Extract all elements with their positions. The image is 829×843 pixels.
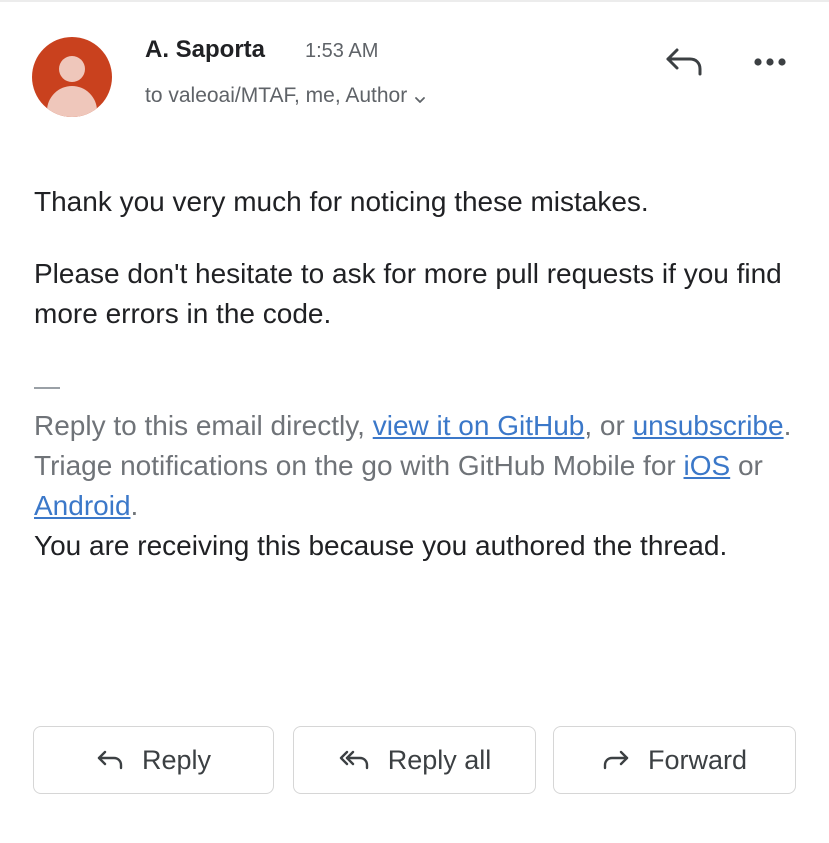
unsubscribe-link[interactable]: unsubscribe <box>633 410 784 441</box>
chevron-down-icon <box>413 89 427 103</box>
message-actions: Reply Reply all Forward <box>33 726 796 796</box>
footer-reason-text: You are receiving this because you autho… <box>34 530 728 561</box>
ios-link[interactable]: iOS <box>684 450 731 481</box>
reply-button[interactable]: Reply <box>33 726 274 794</box>
reply-all-icon <box>339 750 368 770</box>
footer-text: . <box>130 490 139 521</box>
reply-all-button-label: Reply all <box>387 744 492 775</box>
android-link[interactable]: Android <box>34 490 131 521</box>
sender-name[interactable]: A. Saporta <box>145 36 265 64</box>
reply-arrow-icon <box>97 750 123 770</box>
message-time: 1:53 AM <box>305 40 379 62</box>
more-options-button[interactable] <box>750 50 790 74</box>
avatar-head-shape <box>59 56 85 82</box>
top-divider <box>0 0 829 2</box>
notification-footer: Reply to this email directly, view it on… <box>34 406 804 566</box>
view-on-github-link[interactable]: view it on GitHub <box>373 410 585 441</box>
reply-all-button[interactable]: Reply all <box>293 726 536 794</box>
forward-arrow-icon <box>603 750 629 770</box>
avatar-body-shape <box>47 86 97 117</box>
signature-separator <box>34 387 60 389</box>
more-horizontal-icon <box>754 58 786 66</box>
body-paragraph: Please don't hesitate to ask for more pu… <box>34 258 782 329</box>
forward-button-label: Forward <box>647 744 748 775</box>
recipients-toggle[interactable]: to valeoai/MTAF, me, Author <box>145 84 427 108</box>
reply-icon-button[interactable] <box>664 44 704 80</box>
footer-text: Reply to this email directly, <box>34 410 373 441</box>
footer-text: Triage notifications on the go with GitH… <box>34 450 684 481</box>
reply-button-label: Reply <box>141 744 212 775</box>
footer-text: . <box>783 410 792 441</box>
footer-text: or <box>730 450 763 481</box>
forward-button[interactable]: Forward <box>553 726 796 794</box>
footer-text: , or <box>584 410 633 441</box>
reply-arrow-icon <box>666 48 702 76</box>
avatar[interactable] <box>32 37 112 117</box>
recipients-text: to valeoai/MTAF, me, Author <box>145 84 408 107</box>
body-paragraph: Thank you very much for noticing these m… <box>34 186 649 217</box>
